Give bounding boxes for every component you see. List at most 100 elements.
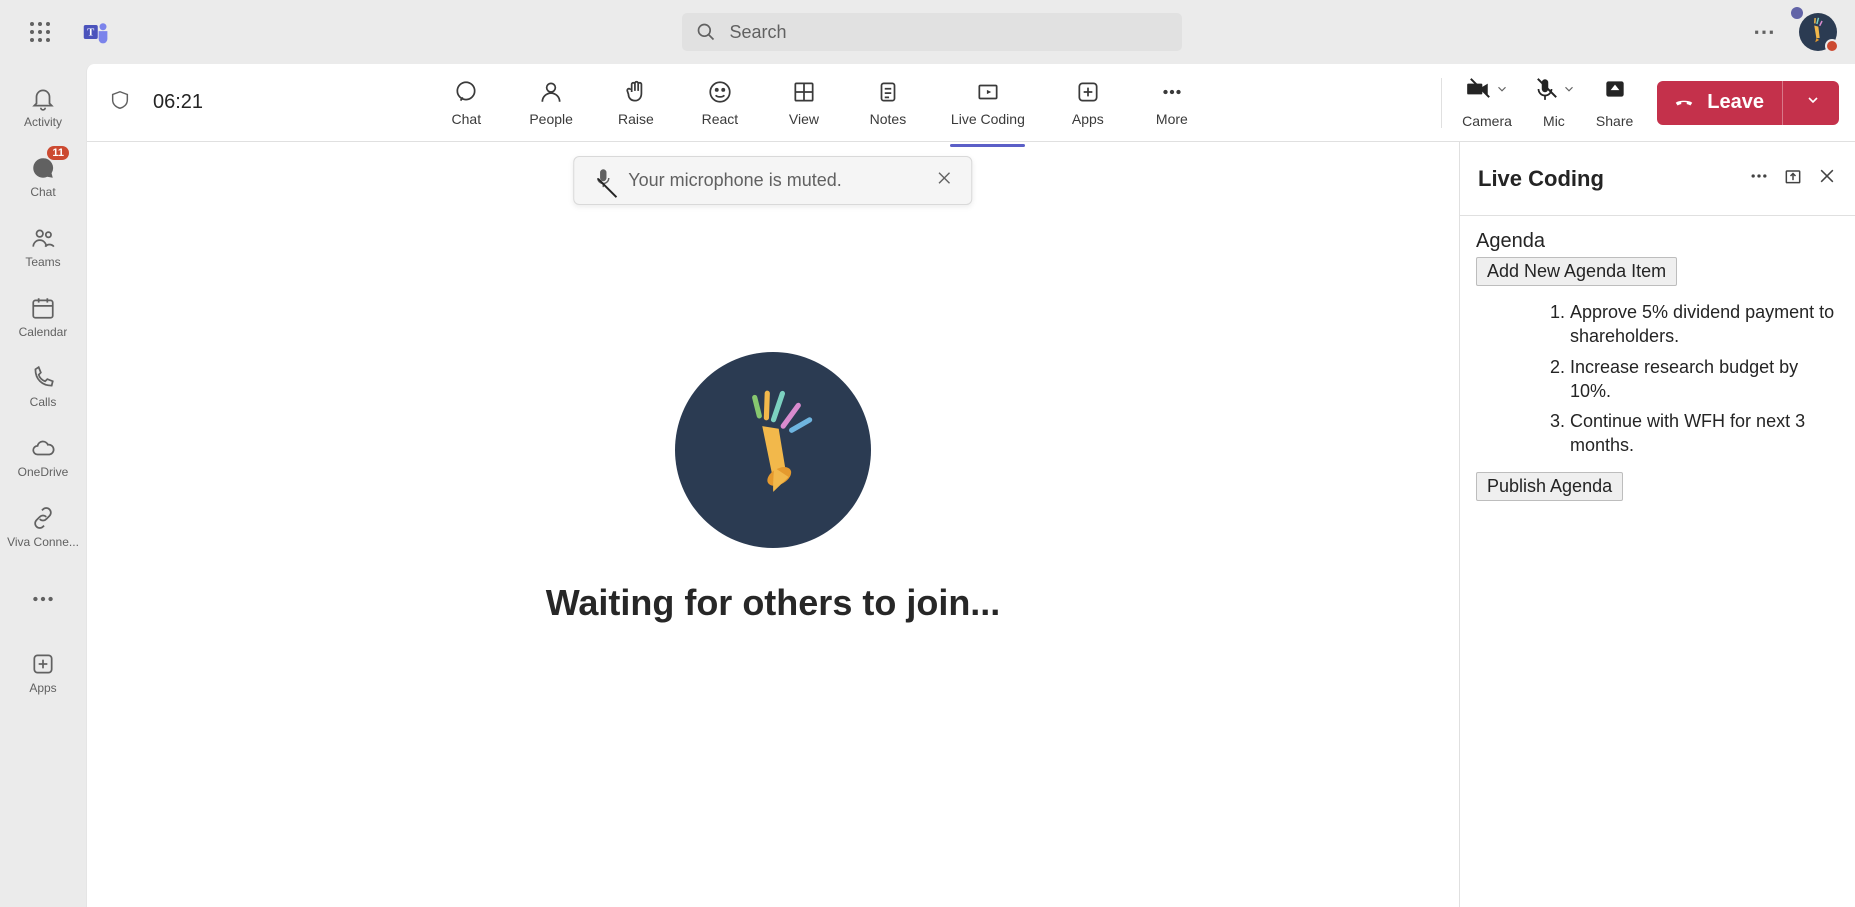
- toolbar-live-coding[interactable]: Live Coding: [941, 73, 1035, 133]
- rail-apps[interactable]: Apps: [3, 636, 83, 710]
- participant-avatar: [675, 352, 871, 548]
- rail-label: Calendar: [19, 325, 68, 339]
- rail-label: Chat: [30, 185, 55, 199]
- svg-text:T: T: [87, 28, 94, 39]
- agenda-heading: Agenda: [1476, 230, 1839, 253]
- apps-add-icon: [30, 651, 56, 677]
- hand-icon: [623, 79, 649, 105]
- cloud-icon: [30, 435, 56, 461]
- rail-viva[interactable]: Viva Conne...: [3, 494, 83, 560]
- panel-close-icon[interactable]: [1817, 166, 1837, 191]
- leave-divider: [1782, 81, 1783, 125]
- bell-icon: [30, 85, 56, 111]
- link-icon: [30, 505, 56, 531]
- more-icon: [30, 586, 56, 612]
- toolbar-label: Notes: [870, 111, 907, 127]
- toast-message: Your microphone is muted.: [628, 170, 841, 191]
- leave-button[interactable]: Leave: [1657, 81, 1839, 125]
- user-avatar[interactable]: [1799, 13, 1837, 51]
- camera-off-icon: [1465, 76, 1491, 107]
- toolbar-view[interactable]: View: [773, 73, 835, 133]
- agenda-item: Continue with WFH for next 3 months.: [1570, 409, 1839, 458]
- chat-bubble-icon: [453, 79, 479, 105]
- panel-more-icon[interactable]: [1749, 166, 1769, 191]
- meeting-timer: 06:21: [153, 91, 203, 114]
- grid-icon: [791, 79, 817, 105]
- rail-calls[interactable]: Calls: [3, 354, 83, 420]
- apps-icon: [1075, 79, 1101, 105]
- mic-control[interactable]: Mic: [1526, 72, 1582, 133]
- rail-onedrive[interactable]: OneDrive: [3, 424, 83, 490]
- app-launcher-icon[interactable]: [28, 20, 52, 44]
- search-placeholder: Search: [730, 22, 787, 43]
- rail-label: OneDrive: [18, 465, 69, 479]
- person-icon: [538, 79, 564, 105]
- meeting-toolbar: 06:21 Chat People Raise React: [87, 64, 1855, 142]
- toolbar-apps[interactable]: Apps: [1057, 73, 1119, 133]
- publish-agenda-button[interactable]: Publish Agenda: [1476, 472, 1623, 501]
- camera-control[interactable]: Camera: [1456, 72, 1518, 133]
- chevron-down-icon[interactable]: [1795, 92, 1831, 113]
- rail-teams[interactable]: Teams: [3, 214, 83, 280]
- toolbar-people[interactable]: People: [519, 73, 583, 133]
- teams-logo-icon[interactable]: T: [82, 18, 110, 46]
- chevron-down-icon[interactable]: [1562, 82, 1576, 101]
- waiting-message: Waiting for others to join...: [546, 582, 1001, 624]
- rail-label: Teams: [25, 255, 60, 269]
- rail-chat[interactable]: 11 Chat: [3, 144, 83, 210]
- mic-off-icon: [1532, 76, 1558, 107]
- chevron-down-icon[interactable]: [1495, 82, 1509, 101]
- control-label: Mic: [1543, 113, 1565, 129]
- rail-label: Apps: [29, 681, 56, 695]
- toolbar-react[interactable]: React: [689, 73, 751, 133]
- toolbar-raise[interactable]: Raise: [605, 73, 667, 133]
- rail-label: Viva Conne...: [7, 535, 79, 549]
- panel-popout-icon[interactable]: [1783, 166, 1803, 191]
- rail-calendar[interactable]: Calendar: [3, 284, 83, 350]
- add-agenda-button[interactable]: Add New Agenda Item: [1476, 257, 1677, 286]
- rail-label: Activity: [24, 115, 62, 129]
- toolbar-chat[interactable]: Chat: [435, 73, 497, 133]
- toolbar-label: Live Coding: [951, 111, 1025, 127]
- more-icon: [1159, 79, 1185, 105]
- toolbar-label: More: [1156, 111, 1188, 127]
- mic-muted-icon: [592, 167, 614, 194]
- share-screen-icon: [1602, 76, 1628, 107]
- chat-badge: 11: [47, 146, 69, 160]
- toolbar-notes[interactable]: Notes: [857, 73, 919, 133]
- toolbar-label: Raise: [618, 111, 654, 127]
- calendar-icon: [30, 295, 56, 321]
- control-label: Share: [1596, 113, 1633, 129]
- app-rail: Activity 11 Chat Teams Calendar Calls On…: [0, 64, 86, 907]
- notification-dot-icon: [1791, 7, 1803, 19]
- meeting-stage: Your microphone is muted. Waiting for ot…: [87, 142, 1459, 907]
- control-label: Camera: [1462, 113, 1512, 129]
- rail-label: Calls: [30, 395, 57, 409]
- toolbar-label: React: [702, 111, 739, 127]
- agenda-item: Approve 5% dividend payment to sharehold…: [1570, 300, 1839, 349]
- rail-more[interactable]: [3, 566, 83, 632]
- share-control[interactable]: Share: [1590, 72, 1639, 133]
- hangup-icon: [1673, 89, 1695, 116]
- phone-icon: [30, 365, 56, 391]
- search-input[interactable]: Search: [682, 13, 1182, 51]
- agenda-item: Increase research budget by 10%.: [1570, 355, 1839, 404]
- panel-title: Live Coding: [1478, 166, 1735, 192]
- settings-more-icon[interactable]: ⋯: [1753, 19, 1777, 45]
- toolbar-divider: [1441, 78, 1442, 128]
- agenda-list: Approve 5% dividend payment to sharehold…: [1544, 300, 1839, 458]
- toolbar-label: View: [789, 111, 819, 127]
- side-panel: Live Coding Agenda Add New Agenda Item A…: [1459, 142, 1855, 907]
- rail-activity[interactable]: Activity: [3, 74, 83, 140]
- people-icon: [30, 225, 56, 251]
- toast-close-icon[interactable]: [936, 169, 954, 192]
- toolbar-label: Apps: [1072, 111, 1104, 127]
- emoji-icon: [707, 79, 733, 105]
- toolbar-more[interactable]: More: [1141, 73, 1203, 133]
- notes-icon: [875, 79, 901, 105]
- toolbar-label: Chat: [452, 111, 482, 127]
- shield-icon[interactable]: [109, 87, 131, 118]
- toolbar-label: People: [529, 111, 573, 127]
- mic-muted-toast: Your microphone is muted.: [573, 156, 972, 205]
- code-video-icon: [975, 79, 1001, 105]
